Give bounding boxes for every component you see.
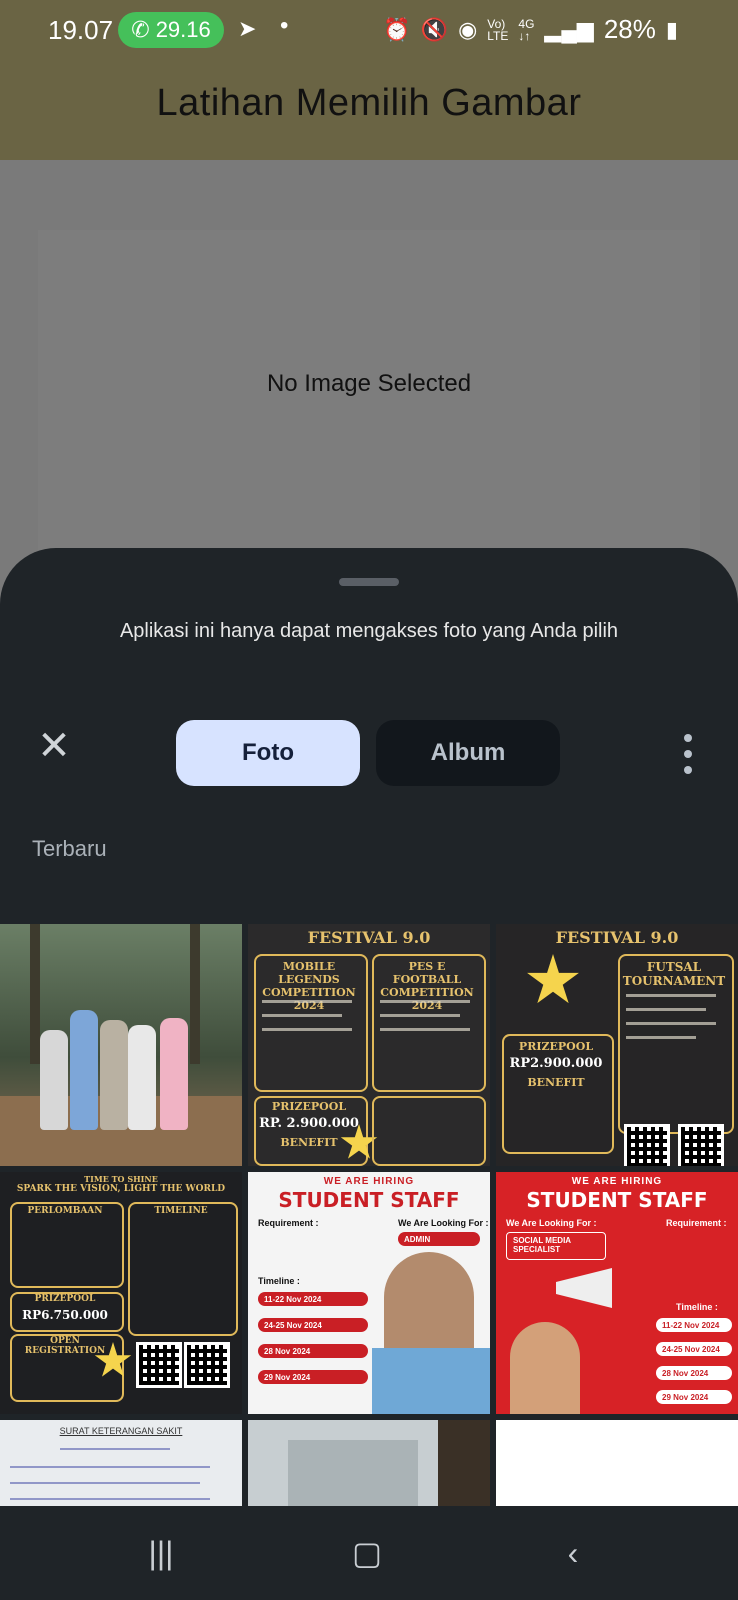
alarm-icon: ⏰ <box>383 16 411 42</box>
status-time: 19.07 <box>48 15 114 45</box>
qr-code-icon <box>136 1342 182 1388</box>
telegram-icon: ➤ <box>238 16 257 41</box>
home-icon: ▢ <box>351 1535 383 1571</box>
tab-label: Album <box>430 739 506 766</box>
status-bar: 19.07 ✆ 29.16 ➤ • ⏰ 🔇 ◉ Vo) LTE 4G ↓↑ ▂▄▆ … <box>0 0 738 60</box>
more-vertical-icon <box>684 734 692 742</box>
hotspot-icon: ◉ <box>458 16 478 42</box>
signal-bars-icon: ▂▄▆ <box>544 16 594 42</box>
no-image-text: No Image Selected <box>266 370 472 397</box>
system-navigation-bar: ||| ▢ ‹ <box>0 1506 738 1600</box>
status-icons: ⏰ 🔇 ◉ Vo) LTE 4G ↓↑ ▂▄▆ 28% ▮ <box>383 14 678 45</box>
qr-code-icon <box>678 1124 724 1166</box>
home-button[interactable]: ▢ <box>342 1528 392 1578</box>
notification-dot-icon: • <box>280 12 289 39</box>
qr-code-icon <box>184 1342 230 1388</box>
mute-icon: 🔇 <box>420 16 449 42</box>
recents-button[interactable]: ||| <box>136 1528 186 1578</box>
page-title: Latihan Memilih Gambar <box>156 82 582 124</box>
photo-thumbnail-blank[interactable] <box>496 1420 738 1508</box>
back-icon: ‹ <box>567 1535 579 1571</box>
section-title: Terbaru <box>32 836 107 861</box>
man-with-megaphone-photo <box>510 1322 580 1414</box>
tab-album[interactable]: Album <box>376 720 560 786</box>
star-mascot-icon <box>527 954 579 1004</box>
qr-code-icon <box>624 1124 670 1166</box>
photo-thumbnail-festival-poster[interactable]: FESTIVAL 9.0 MOBILE LEGENDS COMPETITION … <box>248 924 490 1166</box>
photo-thumbnail-futsal-poster[interactable]: FESTIVAL 9.0 FUTSAL TOURNAMENT PRIZEPOOL… <box>496 924 738 1166</box>
photo-thumbnail-group[interactable] <box>0 924 242 1166</box>
access-notice: Aplikasi ini hanya dapat mengakses foto … <box>119 620 619 642</box>
phone-icon: ✆ <box>131 17 150 42</box>
volte-icon: Vo) LTE <box>487 16 509 43</box>
close-button[interactable]: ✕ <box>36 726 72 766</box>
more-options-button[interactable] <box>678 734 698 774</box>
poster-title: FESTIVAL 9.0 <box>307 928 431 947</box>
photo-thumbnail-hiring-admin[interactable]: WE ARE HIRING STUDENT STAFF Requirement … <box>248 1172 490 1414</box>
megaphone-icon <box>556 1268 612 1308</box>
app-bar: 19.07 ✆ 29.16 ➤ • ⏰ 🔇 ◉ Vo) LTE 4G ↓↑ ▂▄▆ … <box>0 0 738 160</box>
tab-foto[interactable]: Foto <box>176 720 360 786</box>
photo-thumbnail-document[interactable]: SURAT KETERANGAN SAKIT <box>0 1420 242 1508</box>
photo-thumbnail-time-to-shine-poster[interactable]: TIME TO SHINE SPARK THE VISION, LIGHT TH… <box>0 1172 242 1414</box>
call-timer: 29.16 <box>155 17 211 42</box>
photo-thumbnail-room[interactable] <box>248 1420 490 1508</box>
photo-picker-sheet: Aplikasi ini hanya dapat mengakses foto … <box>0 548 738 1600</box>
back-button[interactable]: ‹ <box>548 1528 598 1578</box>
battery-percentage: 28% <box>603 14 656 44</box>
recents-icon: ||| <box>148 1535 174 1571</box>
drag-handle[interactable] <box>339 578 399 586</box>
battery-charging-icon: ▮ <box>665 16 678 42</box>
signal-icon: 4G ↓↑ <box>518 16 535 43</box>
image-preview-area: No Image Selected <box>38 230 700 550</box>
tab-label: Foto <box>242 739 294 766</box>
ongoing-call-pill[interactable]: ✆ 29.16 <box>118 12 224 48</box>
photo-thumbnail-hiring-social-media[interactable]: WE ARE HIRING STUDENT STAFF We Are Looki… <box>496 1172 738 1414</box>
close-icon: ✕ <box>37 724 71 768</box>
